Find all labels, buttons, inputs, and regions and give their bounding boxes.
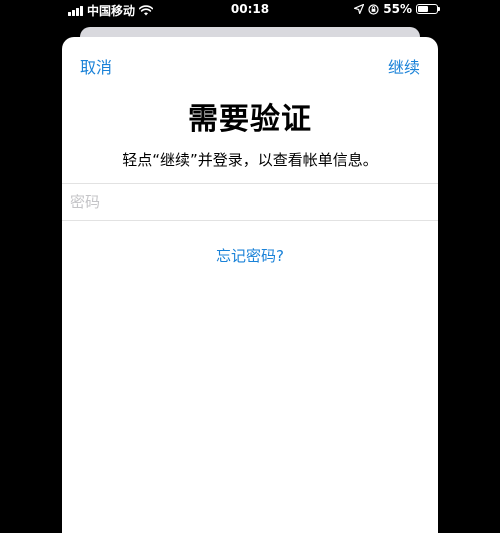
- status-bar: 中国移动 00:18 55%: [0, 0, 500, 20]
- verification-sheet: 取消 继续 需要验证 轻点“继续”并登录，以查看帐单信息。 忘记密码?: [62, 37, 438, 533]
- battery-percent: 55%: [383, 2, 412, 16]
- continue-button[interactable]: 继续: [388, 54, 420, 78]
- orientation-lock-icon: [368, 3, 379, 15]
- page-subtitle: 轻点“继续”并登录，以查看帐单信息。: [122, 151, 378, 169]
- password-field[interactable]: [70, 184, 420, 220]
- battery-icon: [416, 4, 440, 14]
- battery-fill: [418, 6, 428, 12]
- password-field-row: [62, 183, 438, 221]
- cancel-button[interactable]: 取消: [80, 54, 112, 78]
- status-right: 55%: [354, 2, 440, 16]
- location-arrow-icon: [354, 4, 365, 14]
- forgot-password-link[interactable]: 忘记密码?: [62, 245, 438, 266]
- page-title: 需要验证: [188, 102, 312, 137]
